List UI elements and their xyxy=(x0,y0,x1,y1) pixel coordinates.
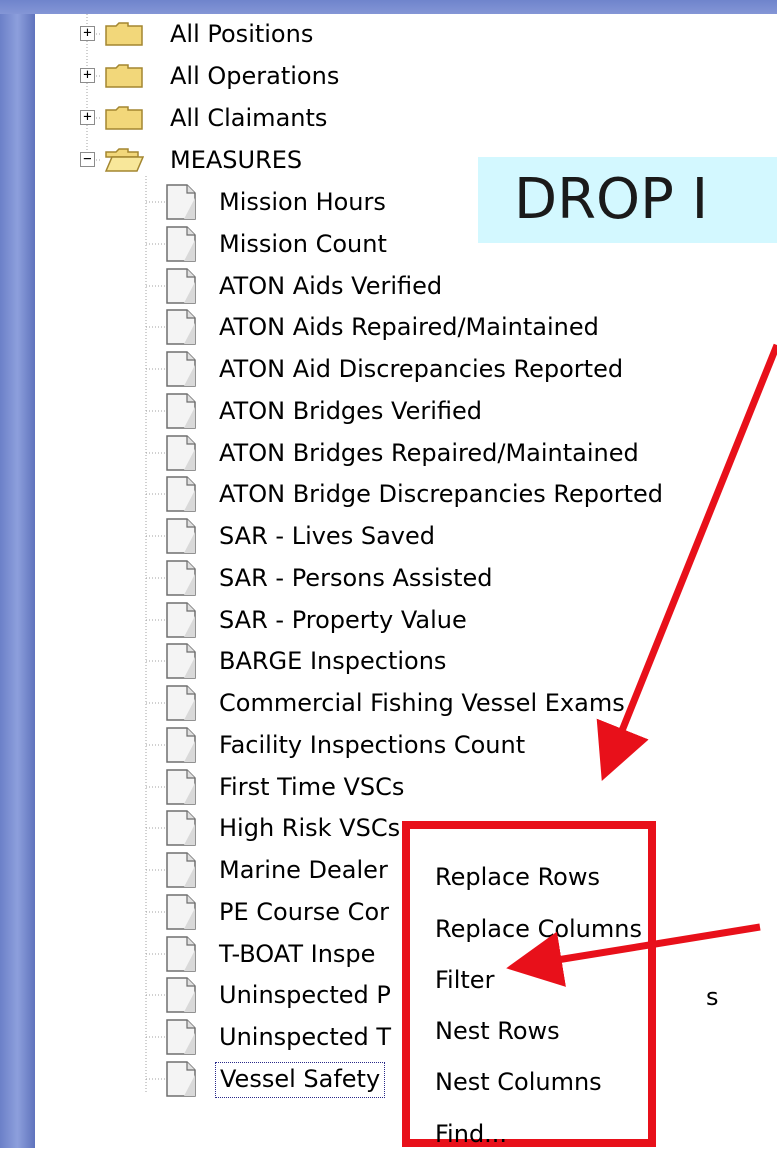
drop-label-callout: DROP I xyxy=(478,157,777,243)
tree-folder-label[interactable]: All Claimants xyxy=(170,98,327,138)
measure-item[interactable]: Mission Hours xyxy=(219,182,386,222)
expand-toggle-all-positions[interactable]: + xyxy=(80,26,95,41)
document-icon xyxy=(166,894,196,930)
open-folder-icon xyxy=(104,148,144,172)
measure-item[interactable]: High Risk VSCs xyxy=(219,808,400,848)
measure-item[interactable]: First Time VSCs xyxy=(219,767,404,807)
document-icon xyxy=(166,936,196,972)
measure-item[interactable]: Mission Count xyxy=(219,224,387,264)
document-icon xyxy=(166,977,196,1013)
tree-folder-label[interactable]: All Operations xyxy=(170,56,339,96)
menu-item-nest-rows[interactable]: Nest Rows xyxy=(435,1013,560,1049)
expand-toggle-all-operations[interactable]: + xyxy=(80,68,95,83)
folder-icon xyxy=(105,106,143,130)
folder-icon xyxy=(105,64,143,88)
tree-folder-label[interactable]: All Positions xyxy=(170,14,313,54)
measure-item[interactable]: PE Course Cor xyxy=(219,892,389,932)
measure-item[interactable]: Uninspected P xyxy=(219,975,391,1015)
slide-background-top xyxy=(0,0,777,14)
document-icon xyxy=(166,435,196,471)
document-icon xyxy=(166,268,196,304)
folder-icon xyxy=(105,22,143,46)
document-icon xyxy=(166,1019,196,1055)
document-icon xyxy=(166,810,196,846)
menu-item-filter[interactable]: Filter xyxy=(435,962,494,998)
menu-item-find[interactable]: Find... xyxy=(435,1116,507,1152)
document-icon xyxy=(166,226,196,262)
document-icon xyxy=(166,769,196,805)
measure-item[interactable]: ATON Aids Repaired/Maintained xyxy=(219,307,599,347)
document-icon xyxy=(166,184,196,220)
slide-background-left xyxy=(0,0,35,1148)
measure-item[interactable]: Marine Dealer xyxy=(219,850,388,890)
measure-item[interactable]: ATON Bridge Discrepancies Reported xyxy=(219,474,663,514)
document-icon xyxy=(166,1061,196,1097)
measure-item[interactable]: ATON Bridges Verified xyxy=(219,391,482,431)
measure-item[interactable]: SAR - Persons Assisted xyxy=(219,558,492,598)
measure-item[interactable]: SAR - Lives Saved xyxy=(219,516,435,556)
document-icon xyxy=(166,351,196,387)
truncated-row-suffix: s xyxy=(706,983,719,1011)
menu-item-nest-columns[interactable]: Nest Columns xyxy=(435,1064,602,1100)
menu-item-replace-rows[interactable]: Replace Rows xyxy=(435,859,600,895)
measure-item[interactable]: T-BOAT Inspe xyxy=(219,934,375,974)
document-icon xyxy=(166,560,196,596)
measure-item[interactable]: Facility Inspections Count xyxy=(219,725,525,765)
document-icon xyxy=(166,309,196,345)
measure-item[interactable]: BARGE Inspections xyxy=(219,641,446,681)
measure-item[interactable]: Uninspected T xyxy=(219,1017,391,1057)
measure-item[interactable]: SAR - Property Value xyxy=(219,600,467,640)
document-icon xyxy=(166,852,196,888)
collapse-toggle-measures[interactable]: − xyxy=(80,152,95,167)
document-icon xyxy=(166,393,196,429)
tree-folder-label[interactable]: MEASURES xyxy=(170,140,302,180)
measure-item[interactable]: ATON Aids Verified xyxy=(219,266,442,306)
context-menu: Replace Rows Replace Columns Filter Nest… xyxy=(402,821,656,1148)
measure-item[interactable]: ATON Bridges Repaired/Maintained xyxy=(219,433,639,473)
expand-toggle-all-claimants[interactable]: + xyxy=(80,110,95,125)
menu-item-replace-columns[interactable]: Replace Columns xyxy=(435,911,642,947)
document-icon xyxy=(166,643,196,679)
measure-item[interactable]: Commercial Fishing Vessel Exams xyxy=(219,683,625,723)
document-icon xyxy=(166,727,196,763)
document-icon xyxy=(166,476,196,512)
document-icon xyxy=(166,602,196,638)
measure-item[interactable]: Vessel Safety xyxy=(215,1062,386,1098)
document-icon xyxy=(166,518,196,554)
measure-item[interactable]: ATON Aid Discrepancies Reported xyxy=(219,349,623,389)
document-icon xyxy=(166,685,196,721)
